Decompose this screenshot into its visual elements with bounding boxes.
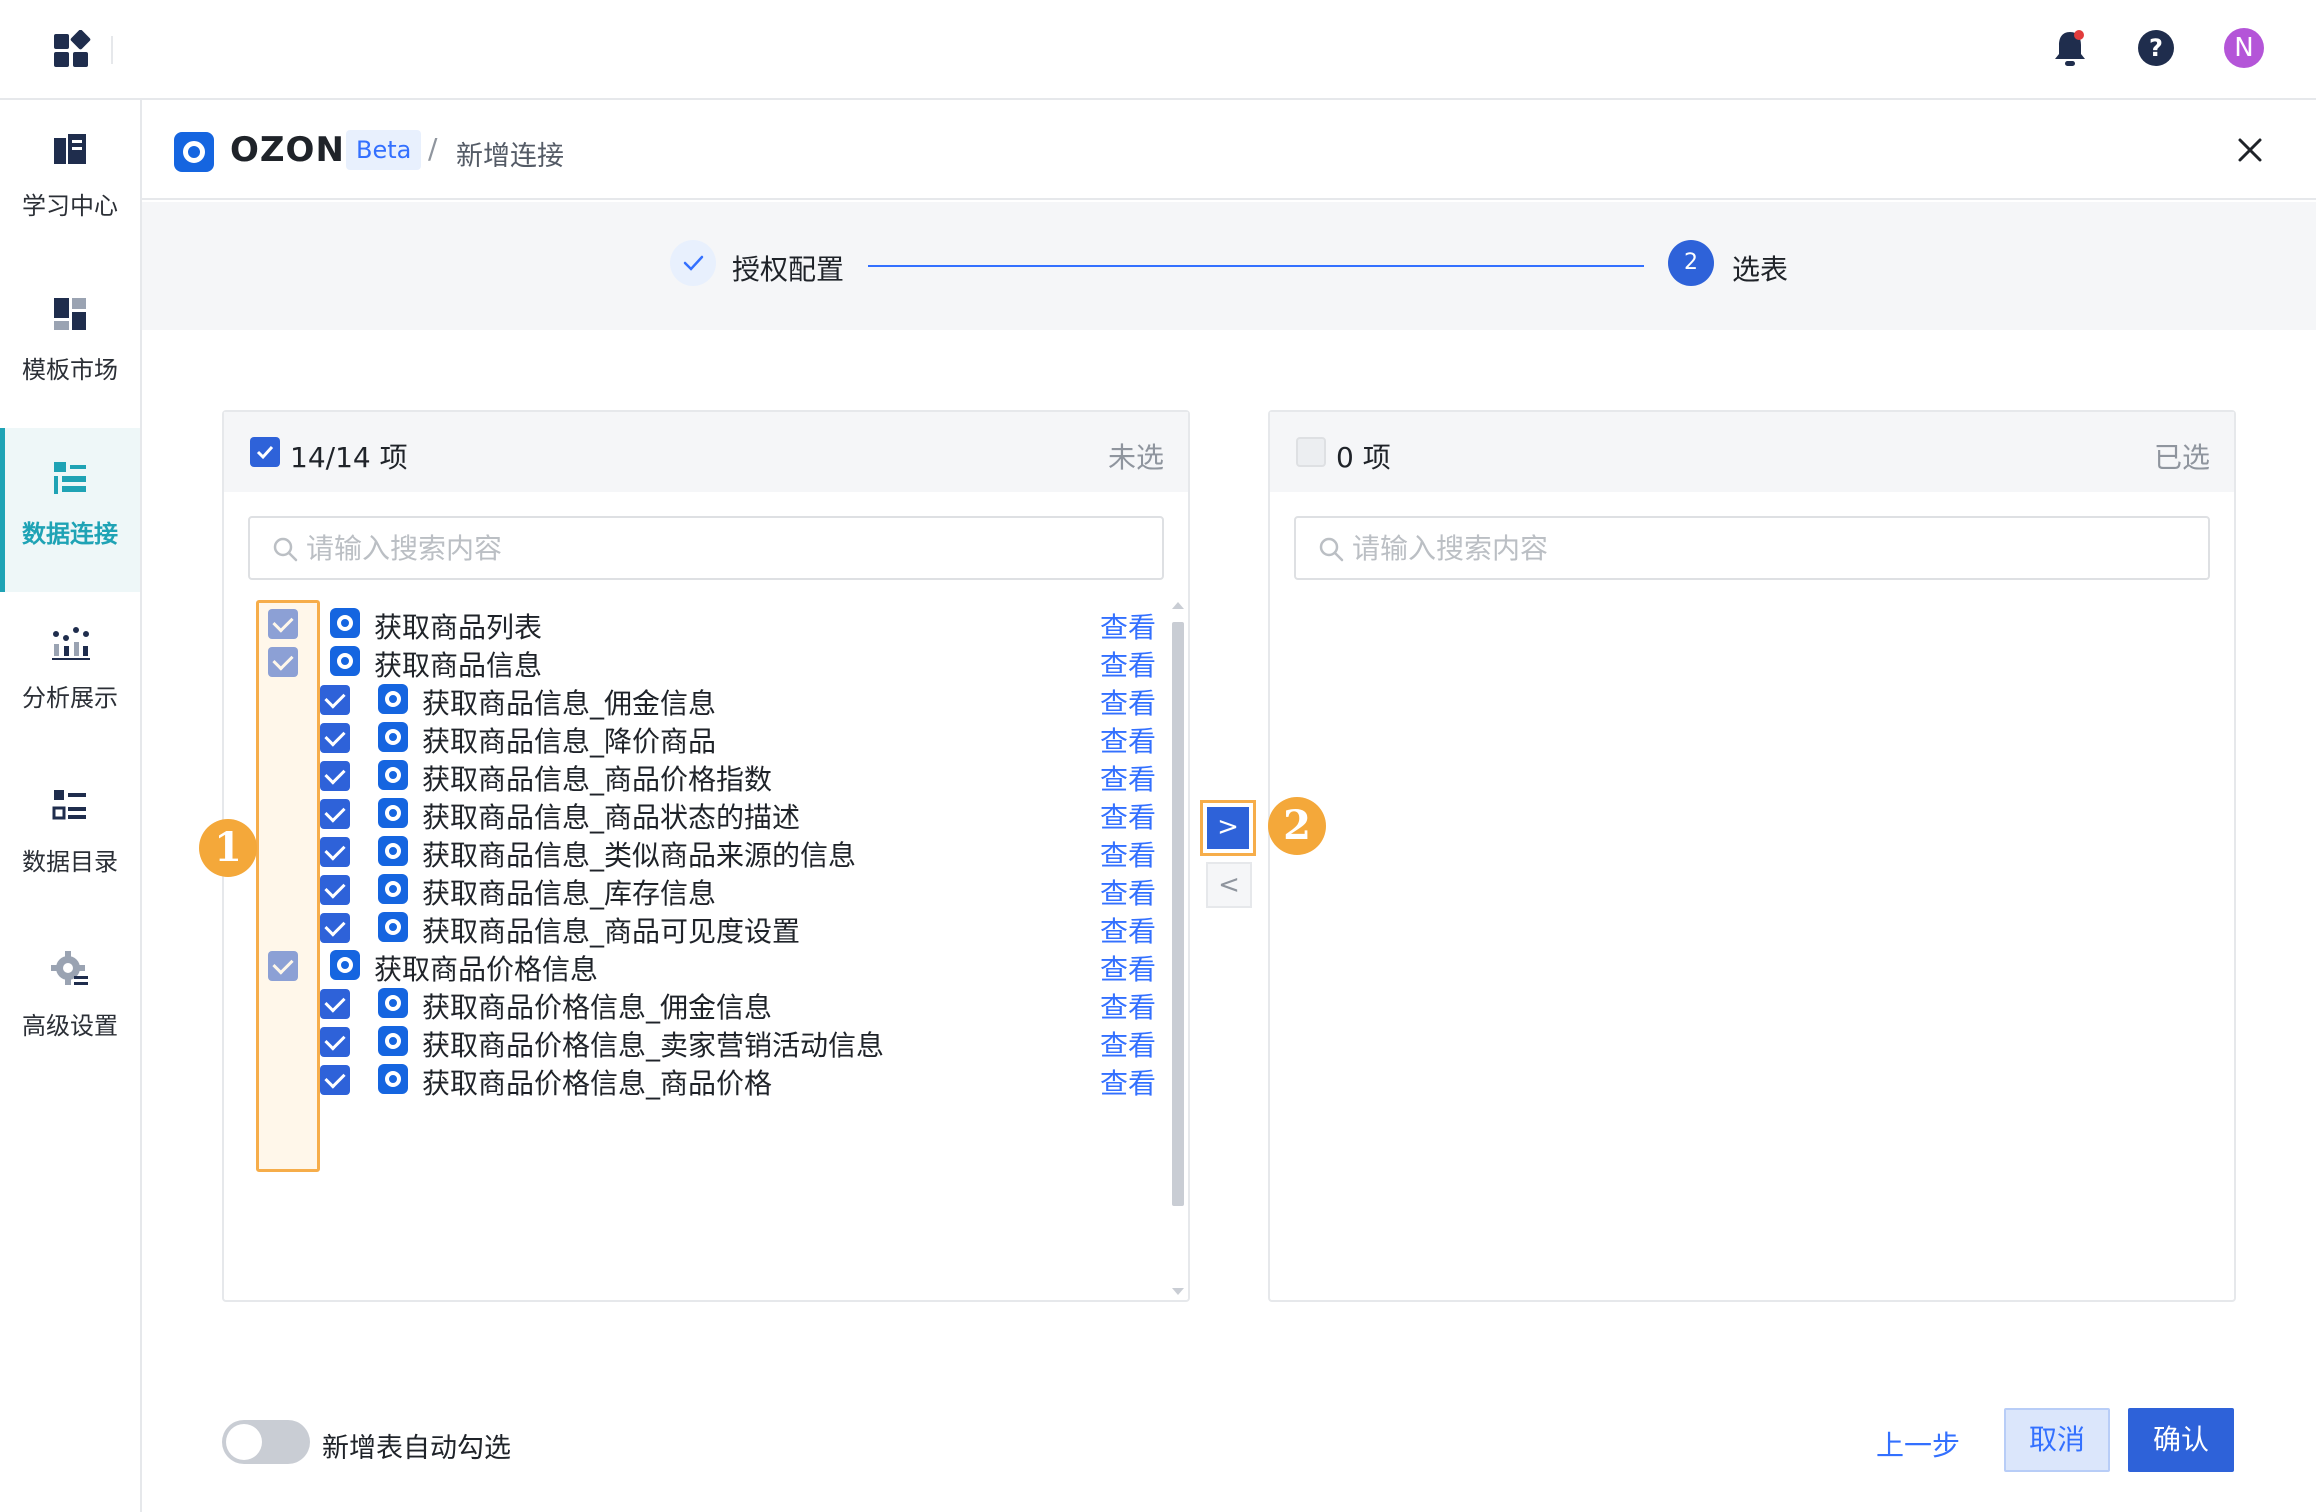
- sidebar-item-template-market[interactable]: 模板市场: [0, 264, 140, 428]
- annotation-highlight-box: [256, 600, 320, 1172]
- toggle-label: 新增表自动勾选: [322, 1433, 511, 1464]
- beta-badge: Beta: [346, 130, 422, 170]
- move-to-unselected-button[interactable]: <: [1206, 862, 1252, 908]
- top-divider: [111, 36, 113, 64]
- user-avatar[interactable]: N: [2224, 28, 2264, 68]
- panel-header: 14/14 项 未选: [224, 412, 1188, 492]
- page-header: OZON Beta / 新增连接: [142, 100, 2316, 200]
- sidebar-item-label: 分析展示: [22, 684, 118, 712]
- search-icon: [273, 537, 298, 562]
- data-connection-icon: [54, 462, 86, 494]
- scroll-up-arrow-icon[interactable]: [1172, 602, 1184, 609]
- step-2-label: 选表: [1732, 253, 1789, 286]
- scroll-thumb[interactable]: [1172, 622, 1184, 1206]
- previous-step-button[interactable]: 上一步: [1876, 1424, 1960, 1464]
- step-indicator: 授权配置 2 选表: [142, 202, 2316, 330]
- sidebar-item-label: 高级设置: [22, 1012, 118, 1040]
- step-1-label: 授权配置: [732, 253, 845, 286]
- chevron-right-icon: >: [1207, 807, 1249, 849]
- search-input[interactable]: [1352, 526, 2192, 570]
- template-icon: [54, 298, 86, 330]
- sidebar-item-label: 模板市场: [22, 356, 118, 384]
- search-input[interactable]: [306, 526, 1146, 570]
- list-item: 获取商品价格信息_商品价格 查看: [224, 1052, 1168, 1108]
- app-grid-icon[interactable]: [52, 30, 92, 70]
- annotation-badge-2: 2: [1268, 797, 1326, 855]
- brand-name: OZON: [230, 130, 345, 170]
- auto-select-toggle[interactable]: [222, 1420, 310, 1464]
- check-icon: [256, 445, 274, 460]
- select-all-checkbox[interactable]: [250, 437, 280, 467]
- ozon-table-icon: [378, 1064, 408, 1094]
- search-box: [248, 516, 1164, 580]
- item-count: 14/14 项: [290, 441, 408, 474]
- sidebar-item-analysis[interactable]: 分析展示: [0, 592, 140, 756]
- item-checkbox[interactable]: [320, 1065, 350, 1095]
- analysis-chart-icon: [52, 627, 90, 660]
- move-to-selected-button[interactable]: >: [1200, 800, 1256, 856]
- toggle-knob: [226, 1424, 262, 1460]
- step-1-done: [670, 240, 716, 286]
- step-2-number: 2: [1668, 240, 1714, 286]
- search-box: [1294, 516, 2210, 580]
- check-icon: [683, 255, 704, 271]
- svg-text:?: ?: [2149, 34, 2163, 62]
- sidebar-item-label: 数据连接: [22, 520, 118, 548]
- sidebar-item-advanced-settings[interactable]: 高级设置: [0, 920, 140, 1084]
- ozon-logo-icon: [174, 132, 214, 172]
- sidebar-item-label: 数据目录: [22, 848, 118, 876]
- step-connector: [868, 265, 1644, 267]
- sidebar-item-data-connection[interactable]: 数据连接: [0, 428, 140, 592]
- search-icon: [1319, 537, 1344, 562]
- sidebar-item-learning-center[interactable]: 学习中心: [0, 100, 140, 264]
- help-icon[interactable]: ?: [2136, 28, 2176, 68]
- panel-title: 已选: [2153, 441, 2210, 474]
- breadcrumb-separator: /: [428, 132, 438, 165]
- catalog-icon: [52, 790, 86, 820]
- table-list: 获取商品列表 查看 获取商品信息 查看 获取商品信息_佣金信息 查看 获取商品信…: [224, 598, 1168, 1300]
- annotation-badge-1: 1: [199, 819, 257, 877]
- top-bar: ? N: [0, 0, 2316, 100]
- view-link[interactable]: 查看: [1100, 1062, 1156, 1102]
- sidebar: 学习中心 模板市场 数据连接 分析展示 数据目录 高级设置: [0, 100, 142, 1512]
- gear-icon: [51, 951, 88, 985]
- panel-header: 0 项 已选: [1270, 412, 2234, 492]
- scroll-down-arrow-icon[interactable]: [1172, 1288, 1184, 1295]
- item-name: 获取商品价格信息_商品价格: [422, 1067, 773, 1100]
- selected-panel: 0 项 已选: [1268, 410, 2236, 1302]
- panel-title: 未选: [1107, 441, 1164, 474]
- sidebar-item-data-catalog[interactable]: 数据目录: [0, 756, 140, 920]
- book-icon: [54, 134, 86, 164]
- sidebar-item-label: 学习中心: [22, 192, 118, 220]
- confirm-button[interactable]: 确认: [2128, 1408, 2234, 1472]
- cancel-button[interactable]: 取消: [2004, 1408, 2110, 1472]
- item-count: 0 项: [1336, 441, 1391, 474]
- select-all-checkbox[interactable]: [1296, 437, 1326, 467]
- close-icon[interactable]: [2236, 136, 2264, 164]
- list-scrollbar[interactable]: [1168, 598, 1186, 1300]
- unselected-panel: 14/14 项 未选 获取商品列表 查看 获取商品信息 查看 获取商品信息_佣金…: [222, 410, 1190, 1302]
- page-title: 新增连接: [456, 141, 564, 172]
- bell-icon[interactable]: [2052, 28, 2088, 68]
